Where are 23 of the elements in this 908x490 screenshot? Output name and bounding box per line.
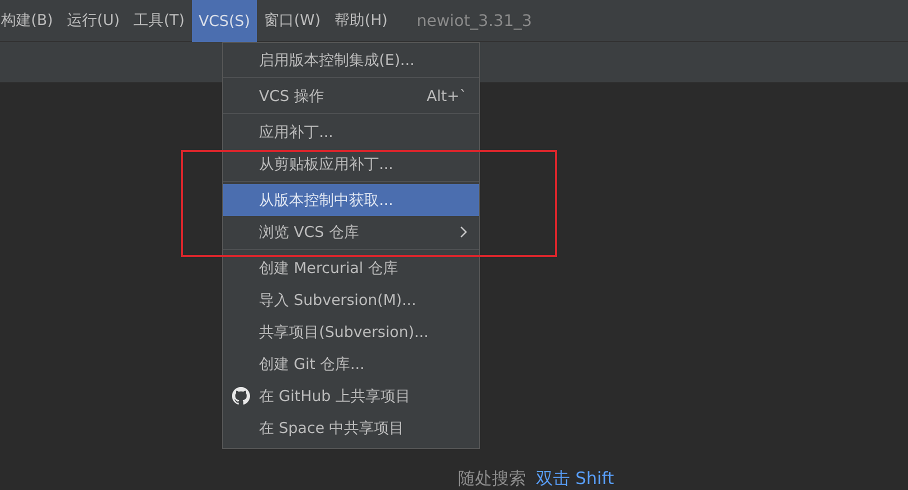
menu-item[interactable]: VCS(S) [192,0,258,42]
project-title: newiot_3.31_3 [416,11,532,30]
menu-item[interactable]: 导入 Subversion(M)... [223,284,479,316]
menu-item[interactable]: 在 GitHub 上共享项目 [223,380,479,412]
menu-item[interactable]: 共享项目(Subversion)... [223,316,479,348]
hint-text: 随处搜索 [458,468,526,490]
menu-item[interactable]: 启用版本控制集成(E)... [223,44,479,76]
menu-item[interactable]: 从版本控制中获取... [223,184,479,216]
shortcut-label: Alt+` [426,87,467,105]
menu-item[interactable]: 应用补丁... [223,116,479,148]
octocat-icon [232,387,250,405]
menu-item[interactable]: 运行(U) [60,0,127,42]
menu-item[interactable]: 构建(B) [0,0,60,42]
menu-item[interactable]: 帮助(H) [328,0,395,42]
menu-item[interactable]: 从剪贴板应用补丁... [223,148,479,180]
menu-item[interactable]: 创建 Mercurial 仓库 [223,252,479,284]
menu-item[interactable]: 浏览 VCS 仓库 [223,216,479,248]
menu-item[interactable]: VCS 操作 Alt+` [223,80,479,112]
menu-item[interactable]: 创建 Git 仓库... [223,348,479,380]
shortcut-label: 双击 Shift [536,468,614,490]
menu-item[interactable]: 窗口(W) [257,0,328,42]
menu-item[interactable]: 在 Space 中共享项目 [223,412,479,444]
menu-item[interactable]: 工具(T) [126,0,192,42]
